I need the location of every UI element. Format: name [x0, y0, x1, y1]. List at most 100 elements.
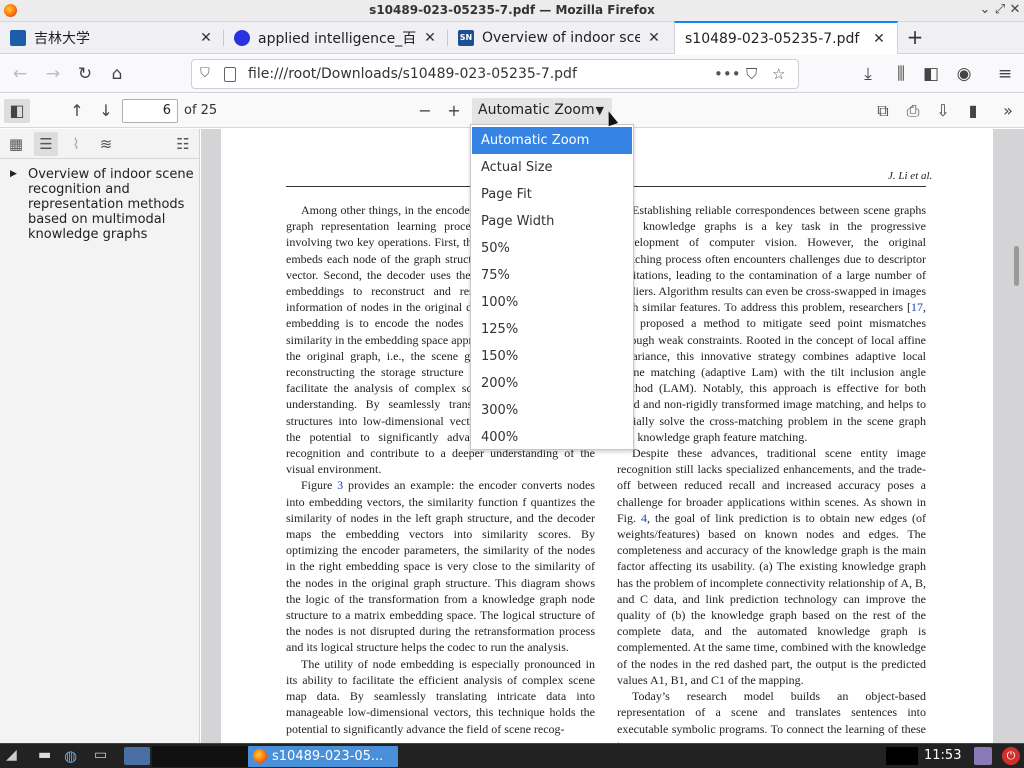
zoom-option-200[interactable]: 200% — [471, 370, 633, 397]
account-icon[interactable]: ◉ — [951, 61, 977, 87]
downloads-icon[interactable]: ⤓ — [855, 61, 881, 87]
page-count: of 25 — [184, 103, 218, 118]
paragraph: Establishing reliable correspondences be… — [617, 202, 926, 445]
zoom-option-125[interactable]: 125% — [471, 316, 633, 343]
zoom-option-page-width[interactable]: Page Width — [471, 208, 633, 235]
scrollbar-thumb[interactable] — [1014, 246, 1019, 286]
citation-link[interactable]: 17 — [911, 300, 923, 314]
close-tab-icon[interactable]: ✕ — [871, 31, 887, 47]
workspace-1[interactable] — [152, 746, 186, 767]
outline-icon[interactable]: ☰ — [34, 132, 58, 156]
close-window-icon[interactable]: ✕ — [1008, 2, 1022, 17]
paragraph: Today’s research model builds an object-… — [617, 689, 926, 743]
firefox-launcher-icon[interactable] — [124, 747, 150, 765]
zoom-option-100[interactable]: 100% — [471, 289, 633, 316]
library-icon[interactable]: ⫼ — [888, 61, 914, 87]
home-button[interactable]: ⌂ — [104, 61, 130, 87]
new-tab-button[interactable]: + — [903, 26, 927, 50]
tab-applied-intelligence-baidu[interactable]: applied intelligence_百度 ✕ — [224, 22, 448, 54]
zoom-option-50[interactable]: 50% — [471, 235, 633, 262]
running-head: J. Li et al. — [888, 170, 933, 182]
current-outline-item-icon[interactable]: ☷ — [171, 132, 195, 156]
tray-app-icon[interactable] — [974, 747, 992, 765]
zoom-in-button[interactable]: + — [441, 99, 467, 123]
tab-overview-indoor-scene[interactable]: SN Overview of indoor scen ✕ — [448, 22, 672, 54]
layers-icon[interactable]: ≋ — [94, 132, 118, 156]
page-icon — [224, 67, 236, 82]
bookmark-icon[interactable]: ▮ — [960, 99, 986, 123]
menu-icon[interactable]: ≡ — [992, 61, 1018, 87]
close-tab-icon[interactable]: ✕ — [198, 30, 214, 46]
print-icon[interactable]: ⎙ — [900, 99, 926, 123]
pdf-sidebar: ▦ ☰ ⌇ ≋ ☷ ▶ Overview of indoor scene rec… — [0, 129, 200, 743]
save-icon[interactable]: ⇩ — [930, 99, 956, 123]
next-page-button[interactable]: ↓ — [93, 99, 119, 123]
tab-title: s10489-023-05235-7.pdf — [685, 30, 860, 47]
previous-page-button[interactable]: ↑ — [64, 99, 90, 123]
url-bar[interactable]: ⛉ file:///root/Downloads/s10489-023-0523… — [191, 59, 799, 89]
workspace-3[interactable] — [214, 746, 248, 767]
minimize-icon[interactable]: ⌄ — [978, 2, 992, 17]
taskbar-window-firefox[interactable]: s10489-023-05... — [248, 746, 398, 767]
sidebar-toggle-button[interactable]: ◧ — [4, 99, 30, 123]
tab-jilin-university[interactable]: 吉林大学 ✕ — [0, 22, 224, 54]
text-span: Establishing reliable correspondences be… — [617, 203, 926, 315]
text-span: provides an example: the encoder convert… — [286, 478, 595, 655]
zoom-select[interactable]: Automatic Zoom ▼ — [472, 98, 612, 124]
taskbar-window-label: s10489-023-05... — [272, 749, 384, 764]
window-title: s10489-023-05235-7.pdf — Mozilla Firefox — [369, 3, 655, 17]
tray-area — [886, 747, 918, 765]
page-actions-icon[interactable]: ••• — [714, 65, 741, 83]
taskbar: ◢ ▬ ◍ ▭ s10489-023-05... 11:53 ⏻ — [0, 743, 1024, 768]
zoom-dropdown-list: Automatic Zoom Actual Size Page Fit Page… — [470, 124, 634, 450]
tab-title: 吉林大学 — [34, 31, 90, 47]
forward-button[interactable]: → — [40, 61, 66, 87]
zoom-option-300[interactable]: 300% — [471, 397, 633, 424]
page-number-input[interactable]: 6 — [122, 99, 178, 123]
tab-pdf-active[interactable]: s10489-023-05235-7.pdf ✕ — [674, 21, 898, 54]
paragraph: Figure 3 provides an example: the encode… — [286, 477, 595, 655]
reload-button[interactable]: ↻ — [72, 61, 98, 87]
sidebars-icon[interactable]: ◧ — [918, 61, 944, 87]
zoom-option-150[interactable]: 150% — [471, 343, 633, 370]
start-menu-icon[interactable]: ◢ — [6, 747, 26, 765]
tab-title: applied intelligence_百度 — [258, 31, 416, 47]
zoom-option-75[interactable]: 75% — [471, 262, 633, 289]
paragraph: The utility of node embedding is especia… — [286, 656, 595, 736]
maximize-icon[interactable]: ⤢ — [993, 2, 1007, 17]
presentation-mode-icon[interactable]: ⧉ — [870, 99, 896, 123]
close-tab-icon[interactable]: ✕ — [646, 30, 662, 46]
zoom-out-button[interactable]: − — [412, 99, 438, 123]
zoom-option-400[interactable]: 400% — [471, 424, 633, 451]
globe-icon[interactable]: ◍ — [64, 747, 84, 765]
thumbnails-icon[interactable]: ▦ — [4, 132, 28, 156]
url-text[interactable]: file:///root/Downloads/s10489-023-05235-… — [248, 66, 577, 82]
text-span: Figure — [301, 478, 338, 493]
window-titlebar: s10489-023-05235-7.pdf — Mozilla Firefox… — [0, 0, 1024, 22]
pocket-icon[interactable]: ⛉ — [746, 65, 757, 83]
close-tab-icon[interactable]: ✕ — [422, 30, 438, 46]
outline-item-label[interactable]: Overview of indoor scene recognition and… — [28, 167, 198, 242]
terminal-icon[interactable]: ▭ — [94, 747, 114, 765]
sidebar-tools: ▦ ☰ ⌇ ≋ ☷ — [0, 129, 200, 159]
tab-strip: 吉林大学 ✕ applied intelligence_百度 ✕ SN Over… — [0, 21, 1024, 54]
jlu-favicon-icon — [10, 30, 26, 46]
zoom-select-value: Automatic Zoom — [478, 102, 595, 118]
text-span: , — [923, 300, 926, 315]
springer-sn-icon: SN — [458, 30, 474, 46]
bookmark-star-icon[interactable]: ☆ — [772, 65, 785, 83]
zoom-option-page-fit[interactable]: Page Fit — [471, 181, 633, 208]
attachments-icon[interactable]: ⌇ — [64, 132, 88, 156]
baidu-paw-icon — [234, 30, 250, 46]
file-manager-icon[interactable]: ▬ — [38, 747, 58, 765]
chevron-down-icon: ▼ — [595, 104, 604, 117]
expand-triangle-icon[interactable]: ▶ — [10, 167, 17, 182]
back-button[interactable]: ← — [7, 61, 33, 87]
zoom-option-actual-size[interactable]: Actual Size — [471, 154, 633, 181]
tracking-shield-icon[interactable]: ⛉ — [200, 66, 210, 81]
power-icon[interactable]: ⏻ — [1002, 747, 1020, 765]
zoom-option-auto[interactable]: Automatic Zoom — [472, 127, 632, 154]
tools-icon[interactable]: » — [995, 99, 1021, 123]
firefox-icon — [253, 749, 267, 763]
text-span: ] proposed a method to mitigate seed poi… — [617, 316, 926, 444]
